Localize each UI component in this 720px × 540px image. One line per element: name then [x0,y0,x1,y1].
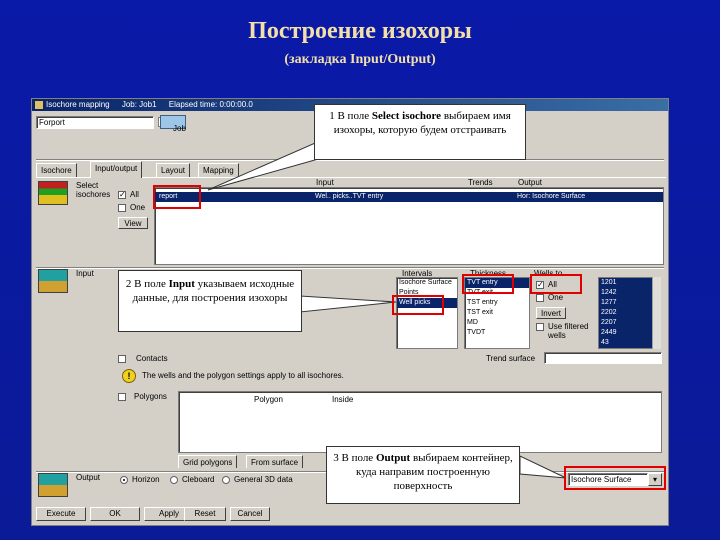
callout-text: В поле [337,110,372,122]
highlight-thickness-tvt [462,274,514,294]
callout-number: 1 [329,110,335,122]
highlight-wells-all [530,274,582,294]
callout-field-name: Input [168,278,195,290]
callout-select-isochore: 1 В поле Select isochore выбираем имя из… [314,104,526,160]
slide: Построение изохоры (закладка Input/Outpu… [0,0,720,540]
callout-number: 3 [333,452,339,464]
callout-text: В поле [134,278,169,290]
callout-2-pointer [299,295,397,313]
callout-3-pointer [519,455,567,479]
highlight-output-field [564,466,666,490]
callout-number: 2 [125,278,132,290]
callout-field-name: Output [375,452,411,464]
highlight-select-isochore [153,185,201,209]
callout-field-name: Select isochore [371,110,442,122]
callout-output: 3 В поле Output выбираем контейнер, куда… [326,446,520,504]
callout-text: В поле [341,452,376,464]
highlight-input-well-picks [392,295,444,315]
callout-1-pointer [207,139,323,191]
callout-input: 2 В поле Input указываем исходные данные… [118,270,302,332]
